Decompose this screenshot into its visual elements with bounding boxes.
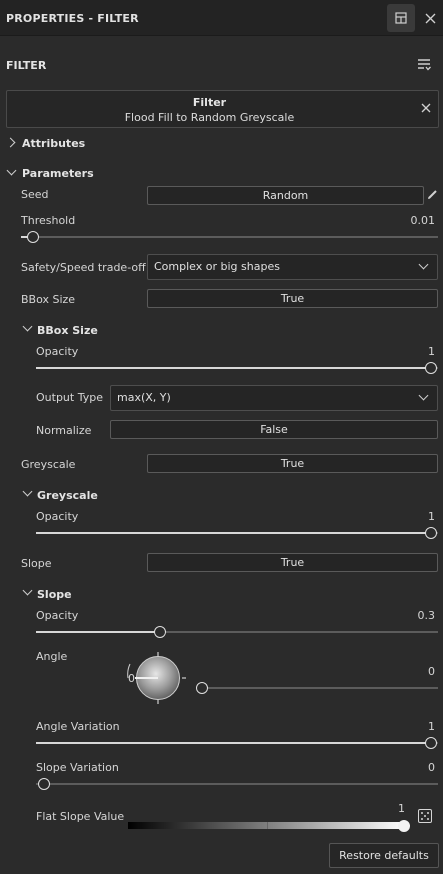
output-type-value: max(X, Y) (117, 391, 171, 404)
filter-name: Filter (192, 96, 227, 109)
slope-variation-label: Slope Variation (36, 761, 119, 774)
sort-menu-icon[interactable] (418, 58, 432, 71)
chevron-down-icon[interactable] (22, 585, 33, 596)
angle-dial-value: 0 (128, 672, 135, 685)
dice-icon[interactable] (418, 809, 432, 823)
threshold-slider-track[interactable] (21, 236, 438, 238)
section-greyscale[interactable]: Greyscale (37, 489, 98, 502)
panel-layout-button[interactable] (387, 4, 415, 32)
angle-slider-track[interactable] (198, 687, 438, 689)
chevron-down-icon[interactable] (6, 165, 17, 176)
slope-opacity-value: 0.3 (417, 609, 436, 622)
safety-speed-dropdown[interactable]: Complex or big shapes (147, 254, 438, 280)
greyscale-opacity-slider-thumb[interactable] (425, 527, 437, 539)
close-button[interactable] (416, 4, 443, 32)
seed-label: Seed (21, 188, 49, 201)
close-icon (421, 103, 431, 113)
slope-variation-slider-track[interactable] (36, 783, 438, 785)
threshold-slider-thumb[interactable] (27, 231, 39, 243)
seed-field[interactable]: Random (147, 186, 424, 205)
bbox-opacity-label: Opacity (36, 345, 79, 358)
threshold-label: Threshold (21, 214, 76, 227)
safety-speed-label: Safety/Speed trade-off (21, 261, 146, 274)
chevron-down-icon[interactable] (22, 486, 33, 497)
bbox-size-label: BBox Size (21, 293, 76, 306)
chevron-down-icon[interactable] (22, 321, 33, 332)
section-slope[interactable]: Slope (37, 588, 72, 601)
filter-selector[interactable]: Filter Flood Fill to Random Greyscale (6, 90, 439, 128)
normalize-label: Normalize (36, 424, 92, 437)
chevron-right-icon[interactable] (5, 137, 16, 148)
panel-header-label: FILTER (6, 59, 47, 72)
greyscale-opacity-value: 1 (428, 510, 435, 523)
bbox-opacity-value: 1 (428, 345, 435, 358)
angle-variation-value: 1 (428, 720, 435, 733)
slope-toggle[interactable]: True (147, 553, 438, 572)
output-type-dropdown[interactable]: max(X, Y) (110, 385, 438, 411)
remove-filter-button[interactable] (421, 101, 431, 117)
flat-slope-slider-thumb[interactable] (398, 820, 410, 832)
normalize-toggle[interactable]: False (110, 420, 438, 439)
chevron-down-icon (418, 259, 429, 270)
restore-defaults-button[interactable]: Restore defaults (329, 843, 439, 868)
angle-variation-slider-thumb[interactable] (425, 737, 437, 749)
bbox-opacity-slider-thumb[interactable] (425, 362, 437, 374)
greyscale-opacity-label: Opacity (36, 510, 79, 523)
panel-header: FILTER (0, 48, 443, 82)
safety-speed-value: Complex or big shapes (154, 260, 280, 273)
angle-label: Angle (36, 650, 68, 663)
section-bbox-size[interactable]: BBox Size (37, 324, 98, 337)
pencil-icon[interactable] (427, 189, 438, 200)
angle-value: 0 (428, 665, 435, 678)
slope-opacity-label: Opacity (36, 609, 79, 622)
threshold-value: 0.01 (410, 214, 436, 227)
flat-slope-value: 1 (398, 802, 405, 815)
slope-variation-slider-thumb[interactable] (38, 778, 50, 790)
window-title: PROPERTIES - FILTER (6, 12, 139, 25)
title-bar: PROPERTIES - FILTER (0, 0, 443, 36)
section-attributes[interactable]: Attributes (22, 137, 85, 150)
greyscale-label: Greyscale (21, 458, 76, 471)
panel-layout-icon (395, 12, 407, 24)
slope-label: Slope (21, 557, 52, 570)
filter-description: Flood Fill to Random Greyscale (124, 111, 295, 124)
angle-variation-label: Angle Variation (36, 720, 120, 733)
close-icon (425, 13, 435, 23)
chevron-down-icon (418, 390, 429, 401)
angle-slider-thumb[interactable] (196, 682, 208, 694)
bbox-size-toggle[interactable]: True (147, 289, 438, 308)
slope-variation-value: 0 (428, 761, 435, 774)
slope-opacity-slider-thumb[interactable] (154, 626, 166, 638)
section-parameters[interactable]: Parameters (22, 167, 94, 180)
angle-dial-needle (135, 677, 158, 679)
output-type-label: Output Type (36, 391, 103, 404)
greyscale-toggle[interactable]: True (147, 454, 438, 473)
flat-slope-value-label: Flat Slope Value (36, 810, 125, 823)
